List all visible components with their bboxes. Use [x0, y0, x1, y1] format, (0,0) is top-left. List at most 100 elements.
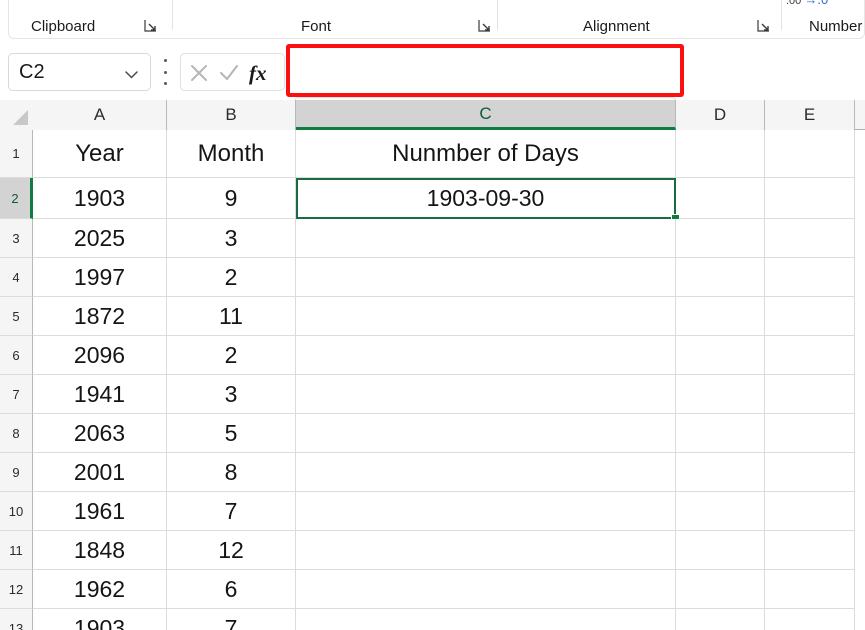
cell-e11[interactable] [765, 531, 855, 570]
column-header-b[interactable]: B [167, 100, 296, 130]
cell-a4[interactable]: 1997 [33, 258, 167, 297]
row-header-12[interactable]: 12 [0, 570, 33, 609]
cell-d3[interactable] [676, 219, 765, 258]
cell-c9[interactable] [296, 453, 676, 492]
cell-d2[interactable] [676, 178, 765, 219]
cell-a8[interactable]: 2063 [33, 414, 167, 453]
cell-e12[interactable] [765, 570, 855, 609]
select-all-triangle-icon [13, 110, 28, 125]
decrease-decimal-icon[interactable]: .00 →.0 [786, 0, 828, 7]
alignment-dialog-launcher-icon[interactable] [757, 19, 771, 33]
row-header-2[interactable]: 2 [0, 178, 33, 219]
cell-b3[interactable]: 3 [167, 219, 296, 258]
cell-c2[interactable]: 1903-09-30 [296, 178, 676, 219]
cell-c13[interactable] [296, 609, 676, 630]
cell-b1[interactable]: Month [167, 130, 296, 178]
cell-b9[interactable]: 8 [167, 453, 296, 492]
row-header-5[interactable]: 5 [0, 297, 33, 336]
cell-a7[interactable]: 1941 [33, 375, 167, 414]
cell-c7[interactable] [296, 375, 676, 414]
cell-c4[interactable] [296, 258, 676, 297]
cancel-icon[interactable] [187, 61, 211, 85]
cell-b11[interactable]: 12 [167, 531, 296, 570]
cell-d10[interactable] [676, 492, 765, 531]
row-header-9[interactable]: 9 [0, 453, 33, 492]
cell-b6[interactable]: 2 [167, 336, 296, 375]
row-header-13[interactable]: 13 [0, 609, 33, 630]
cell-e10[interactable] [765, 492, 855, 531]
font-dialog-launcher-icon[interactable] [478, 19, 492, 33]
cell-c12[interactable] [296, 570, 676, 609]
cell-e13[interactable] [765, 609, 855, 630]
cell-d9[interactable] [676, 453, 765, 492]
cell-b5[interactable]: 11 [167, 297, 296, 336]
cell-c11[interactable] [296, 531, 676, 570]
cell-d5[interactable] [676, 297, 765, 336]
name-box[interactable]: C2 [8, 53, 151, 91]
cell-b13[interactable]: 7 [167, 609, 296, 630]
cell-b2[interactable]: 9 [167, 178, 296, 219]
cell-a6[interactable]: 2096 [33, 336, 167, 375]
cell-a3[interactable]: 2025 [33, 219, 167, 258]
row-header-8[interactable]: 8 [0, 414, 33, 453]
cell-c10[interactable] [296, 492, 676, 531]
row-header-4[interactable]: 4 [0, 258, 33, 297]
ribbon-group-font[interactable]: Font [179, 0, 499, 38]
cell-c5[interactable] [296, 297, 676, 336]
cell-d4[interactable] [676, 258, 765, 297]
cell-d7[interactable] [676, 375, 765, 414]
cell-e1[interactable] [765, 130, 855, 178]
cell-a1[interactable]: Year [33, 130, 167, 178]
cell-b4[interactable]: 2 [167, 258, 296, 297]
cell-e9[interactable] [765, 453, 855, 492]
row-header-6[interactable]: 6 [0, 336, 33, 375]
cell-e4[interactable] [765, 258, 855, 297]
cell-c6[interactable] [296, 336, 676, 375]
insert-function-icon[interactable]: fx [249, 61, 273, 85]
ribbon-group-clipboard[interactable]: Clipboard [9, 0, 179, 38]
cell-d13[interactable] [676, 609, 765, 630]
cell-d8[interactable] [676, 414, 765, 453]
column-header-c[interactable]: C [296, 100, 676, 130]
accept-icon[interactable] [217, 61, 241, 85]
select-all-button[interactable] [0, 100, 33, 130]
cell-a10[interactable]: 1961 [33, 492, 167, 531]
row-header-10[interactable]: 10 [0, 492, 33, 531]
cell-d12[interactable] [676, 570, 765, 609]
cell-a9[interactable]: 2001 [33, 453, 167, 492]
name-box-value: C2 [19, 60, 45, 83]
row-header-7[interactable]: 7 [0, 375, 33, 414]
row-header-1[interactable]: 1 [0, 130, 33, 178]
cell-a13[interactable]: 1903 [33, 609, 167, 630]
cell-c1[interactable]: Nunmber of Days [296, 130, 676, 178]
spreadsheet-grid[interactable]: A B C D E 1 Year Month Nunmber of Days 2… [0, 100, 865, 630]
column-header-e[interactable]: E [765, 100, 855, 130]
clipboard-dialog-launcher-icon[interactable] [144, 19, 158, 33]
cell-d6[interactable] [676, 336, 765, 375]
cell-d11[interactable] [676, 531, 765, 570]
column-header-a[interactable]: A [33, 100, 167, 130]
cell-b10[interactable]: 7 [167, 492, 296, 531]
cell-c3[interactable] [296, 219, 676, 258]
cell-a2[interactable]: 1903 [33, 178, 167, 219]
cell-e8[interactable] [765, 414, 855, 453]
cell-b8[interactable]: 5 [167, 414, 296, 453]
cell-e3[interactable] [765, 219, 855, 258]
row-header-11[interactable]: 11 [0, 531, 33, 570]
cell-e2[interactable] [765, 178, 855, 219]
column-header-d[interactable]: D [676, 100, 765, 130]
cell-d1[interactable] [676, 130, 765, 178]
cell-b12[interactable]: 6 [167, 570, 296, 609]
cell-c8[interactable] [296, 414, 676, 453]
row-header-3[interactable]: 3 [0, 219, 33, 258]
cell-b7[interactable]: 3 [167, 375, 296, 414]
cell-a5[interactable]: 1872 [33, 297, 167, 336]
ribbon-group-alignment[interactable]: Alignment [499, 0, 789, 38]
cell-a12[interactable]: 1962 [33, 570, 167, 609]
cell-e6[interactable] [765, 336, 855, 375]
cell-a11[interactable]: 1848 [33, 531, 167, 570]
chevron-down-icon[interactable] [125, 66, 138, 79]
cell-e5[interactable] [765, 297, 855, 336]
cell-e7[interactable] [765, 375, 855, 414]
more-options-kebab-icon[interactable] [163, 59, 167, 85]
